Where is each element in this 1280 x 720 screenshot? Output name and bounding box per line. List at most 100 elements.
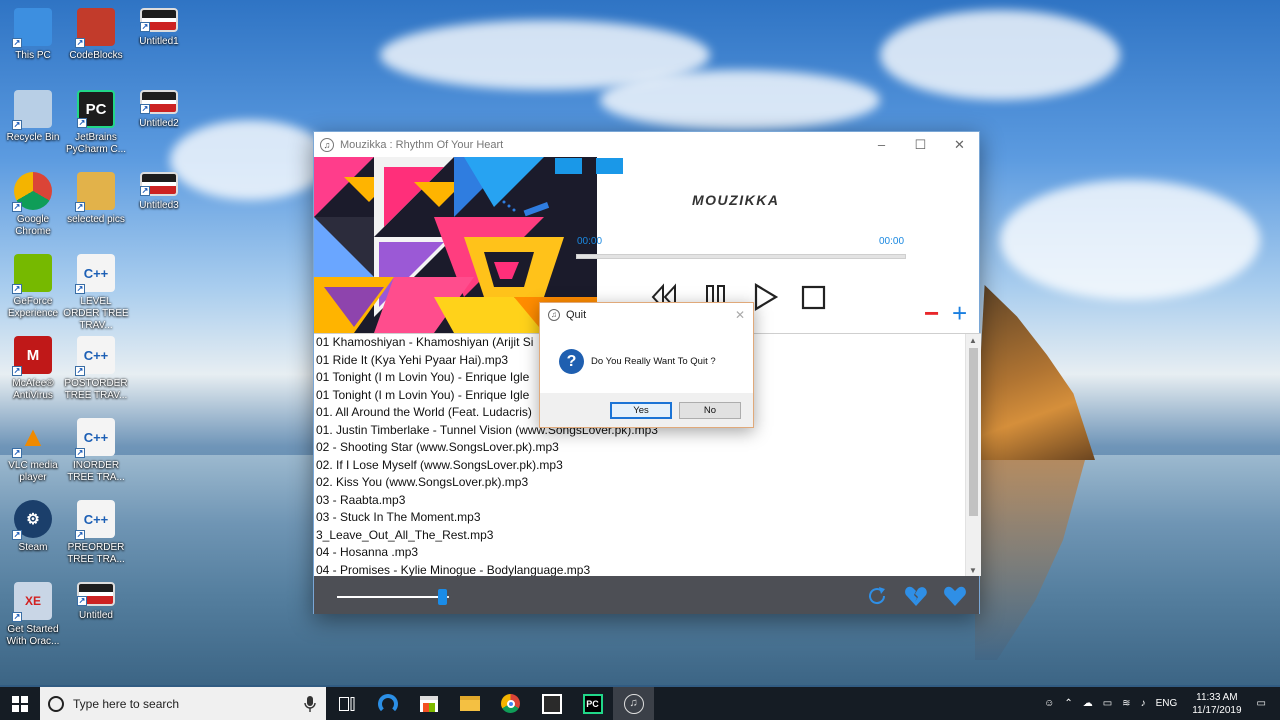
task-view-icon[interactable]	[326, 687, 367, 720]
cloud	[600, 70, 880, 130]
volume-icon[interactable]: ♪	[1141, 698, 1146, 709]
edge-icon[interactable]	[367, 687, 408, 720]
shortcut-arrow-icon: ↗	[12, 120, 22, 130]
dialog-title: Quit	[566, 309, 587, 321]
desktop-icon[interactable]: M ↗ McAfee® AntiVirus	[0, 336, 66, 402]
heart-icon[interactable]	[943, 585, 967, 607]
shortcut-arrow-icon: ↗	[75, 366, 85, 376]
track-item[interactable]: 3_Leave_Out_All_The_Rest.mp3	[314, 527, 981, 545]
rock-formation	[975, 285, 1095, 460]
desktop-icon[interactable]: C++ ↗ PREORDER TREE TRA...	[63, 500, 129, 566]
dialog-title-bar[interactable]: ♫ Quit	[540, 303, 753, 327]
desktop-icon[interactable]: ↗ Recycle Bin	[0, 90, 66, 144]
question-icon: ?	[559, 349, 584, 374]
shortcut-arrow-icon: ↗	[12, 448, 22, 458]
track-item[interactable]: 02. Kiss You (www.SongsLover.pk).mp3	[314, 474, 981, 492]
language-indicator[interactable]: ENG	[1156, 698, 1178, 709]
scroll-down-arrow[interactable]: ▼	[969, 566, 977, 575]
total-time: 00:00	[879, 236, 905, 247]
scroll-thumb[interactable]	[969, 348, 978, 516]
recycle-bin-icon: ↗	[12, 90, 52, 130]
shortcut-arrow-icon: ↗	[75, 202, 85, 212]
notifications-icon[interactable]: ▭	[1257, 698, 1266, 709]
track-item[interactable]: 02. If I Lose Myself (www.SongsLover.pk)…	[314, 457, 981, 475]
mouzikka-taskbar-icon[interactable]: ♫	[613, 687, 654, 720]
maximize-button[interactable]: ☐	[901, 132, 940, 157]
title-bar[interactable]: ♫ Mouzikka : Rhythm Of Your Heart – ☐ ✕	[314, 132, 979, 157]
tray-overflow-icon[interactable]: ⌃	[1064, 698, 1072, 709]
pycharm-taskbar-icon[interactable]: PC	[572, 687, 613, 720]
shortcut-arrow-icon: ↗	[140, 186, 150, 196]
add-track-button[interactable]: +	[952, 300, 967, 326]
desktop-icon[interactable]: C++ ↗ POSTORDER TREE TRAV...	[63, 336, 129, 402]
progress-bar[interactable]	[576, 254, 906, 259]
desktop-icon-label: Get Started With Orac...	[6, 624, 60, 647]
desktop-icon[interactable]: ↗ GeForce Experience	[0, 254, 66, 320]
desktop-icon-label: McAfee® AntiVirus	[12, 378, 54, 401]
track-item[interactable]: 03 - Raabta.mp3	[314, 492, 981, 510]
desktop-icon[interactable]: ↗ This PC	[0, 8, 66, 62]
desktop-icon[interactable]: ↗ Untitled3	[126, 172, 192, 212]
desktop-icon[interactable]: PC ↗ JetBrains PyCharm C...	[63, 90, 129, 156]
desktop-icon[interactable]: XE ↗ Get Started With Orac...	[0, 582, 66, 648]
desktop-icon[interactable]: ↗ Google Chrome	[0, 172, 66, 238]
microphone-icon[interactable]	[304, 695, 316, 712]
refresh-icon[interactable]	[865, 584, 889, 608]
chrome-icon[interactable]	[490, 687, 531, 720]
play-icon[interactable]	[750, 282, 780, 312]
search-placeholder: Type here to search	[73, 696, 180, 711]
desktop-icon[interactable]: ▲ ↗ VLC media player	[0, 418, 66, 484]
desktop-icon[interactable]: ↗ selected pics	[63, 172, 129, 226]
desktop-icon[interactable]: C++ ↗ INORDER TREE TRA...	[63, 418, 129, 484]
track-item[interactable]: 02 - Shooting Star (www.SongsLover.pk).m…	[314, 439, 981, 457]
people-icon[interactable]: ☺	[1044, 698, 1054, 709]
mcafee-icon: M ↗	[12, 336, 52, 376]
volume-slider-handle[interactable]	[437, 589, 447, 605]
desktop-icon[interactable]: ↗ Untitled1	[126, 8, 192, 48]
store-icon[interactable]	[408, 687, 449, 720]
yes-button[interactable]: Yes	[610, 402, 672, 419]
dialog-close-icon[interactable]: ✕	[735, 308, 745, 322]
close-button[interactable]: ✕	[940, 132, 979, 157]
track-item[interactable]: 04 - Promises - Kylie Minogue - Bodylang…	[314, 562, 981, 577]
cpp-file-icon: C++ ↗	[75, 418, 115, 458]
desktop-icon-label: Google Chrome	[15, 214, 51, 237]
elapsed-time: 00:00	[577, 236, 603, 247]
remove-track-button[interactable]: −	[924, 300, 939, 326]
start-button[interactable]	[0, 687, 40, 720]
desktop-icon-label: INORDER TREE TRA...	[67, 460, 125, 483]
volume-slider[interactable]	[337, 596, 449, 598]
quit-dialog: ♫ Quit ✕ ? Do You Really Want To Quit ? …	[539, 302, 754, 428]
cloud-icon[interactable]: ☁	[1083, 698, 1093, 709]
accent-square	[555, 158, 582, 174]
windows-logo-icon	[12, 695, 28, 712]
stop-icon[interactable]	[798, 282, 828, 312]
desktop-icon[interactable]: ↗ Untitled	[63, 582, 129, 622]
desktop-icon[interactable]: ⚙ ↗ Steam	[0, 500, 66, 554]
window-title: Mouzikka : Rhythm Of Your Heart	[340, 138, 504, 151]
desktop-icon[interactable]: C++ ↗ LEVEL ORDER TREE TRAV...	[63, 254, 129, 332]
geforce-taskbar-icon[interactable]	[531, 687, 572, 720]
playlist-scrollbar[interactable]: ▲ ▼	[965, 334, 981, 576]
taskbar-search[interactable]: Type here to search	[40, 687, 326, 720]
desktop-icon[interactable]: ↗ Untitled2	[126, 90, 192, 130]
dialog-footer: Yes No	[540, 393, 753, 427]
no-button[interactable]: No	[679, 402, 741, 419]
shortcut-arrow-icon: ↗	[12, 202, 22, 212]
clock[interactable]: 11:33 AM 11/17/2019	[1192, 691, 1241, 717]
shortcut-arrow-icon: ↗	[12, 530, 22, 540]
broken-heart-icon[interactable]	[904, 585, 928, 607]
desktop-icon-label: Steam	[18, 542, 48, 553]
file-explorer-icon[interactable]	[449, 687, 490, 720]
battery-icon[interactable]: ▭	[1103, 698, 1112, 709]
wifi-icon[interactable]: ≋	[1122, 698, 1130, 709]
dialog-message: Do You Really Want To Quit ?	[591, 356, 716, 367]
cloud	[170, 120, 330, 200]
track-item[interactable]: 04 - Hosanna .mp3	[314, 544, 981, 562]
shortcut-arrow-icon: ↗	[12, 612, 22, 622]
cortana-icon	[48, 695, 64, 712]
minimize-button[interactable]: –	[862, 132, 901, 157]
desktop-icon[interactable]: ↗ CodeBlocks	[63, 8, 129, 62]
track-item[interactable]: 03 - Stuck In The Moment.mp3	[314, 509, 981, 527]
scroll-up-arrow[interactable]: ▲	[969, 336, 977, 345]
